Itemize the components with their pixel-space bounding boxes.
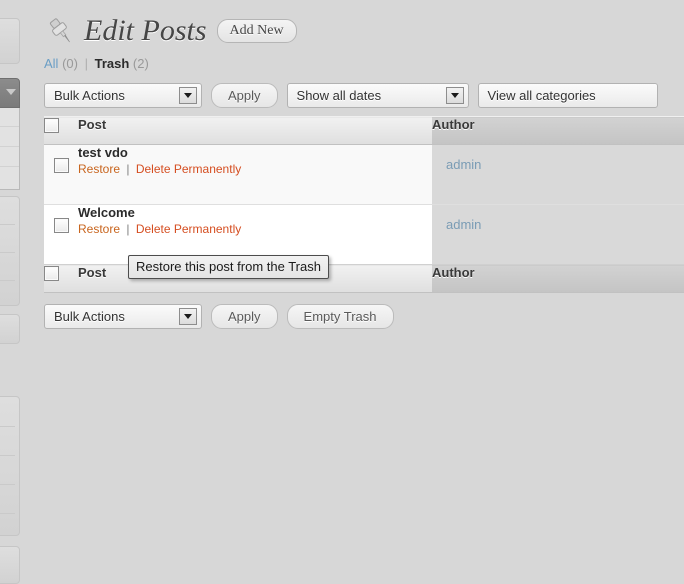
table-row: test vdo Restore | Delete Permanently ad…: [44, 144, 684, 205]
page-header: Edit Posts Add New: [22, 0, 684, 48]
chevron-down-icon[interactable]: [445, 87, 464, 104]
tablenav-bottom: Bulk Actions Apply Empty Trash: [22, 293, 684, 337]
page-title: Edit Posts: [84, 14, 207, 47]
category-filter-value: View all categories: [487, 88, 596, 103]
row-select-cell: [44, 144, 78, 205]
author-link[interactable]: admin: [446, 157, 481, 172]
bulk-actions-value-top: Bulk Actions: [54, 88, 125, 103]
empty-trash-button[interactable]: Empty Trash: [286, 304, 394, 329]
bulk-actions-select-bottom[interactable]: Bulk Actions: [44, 304, 202, 329]
restore-link[interactable]: Restore: [78, 222, 120, 236]
view-links-divider: |: [84, 56, 88, 71]
column-header-author[interactable]: Author: [432, 116, 684, 145]
category-filter-select[interactable]: View all categories: [477, 83, 658, 108]
row-actions: Restore | Delete Permanently: [78, 162, 241, 176]
table-body: test vdo Restore | Delete Permanently ad…: [44, 144, 684, 265]
table-header-row: Post Author: [44, 116, 684, 145]
row-author-cell: admin: [432, 204, 684, 265]
row-post-cell: test vdo Restore | Delete Permanently: [78, 144, 432, 205]
chevron-down-icon: [6, 89, 16, 95]
admin-sidebar: [0, 0, 22, 584]
sidebar-item-3[interactable]: [0, 196, 20, 306]
post-title[interactable]: test vdo: [78, 145, 432, 161]
restore-link[interactable]: Restore: [78, 162, 120, 176]
pushpin-icon: [44, 14, 78, 48]
table-head: Post Author: [44, 116, 684, 145]
row-actions: Restore | Delete Permanently: [78, 222, 241, 236]
add-new-button[interactable]: Add New: [216, 19, 297, 43]
select-all-header: [44, 116, 78, 145]
select-all-footer: [44, 264, 78, 293]
post-title[interactable]: Welcome: [78, 205, 432, 221]
sidebar-item-1[interactable]: [0, 18, 20, 64]
column-header-post[interactable]: Post: [78, 116, 432, 145]
sidebar-item-6[interactable]: [0, 546, 20, 584]
view-count-all: (0): [62, 56, 78, 71]
apply-button-top[interactable]: Apply: [211, 83, 278, 108]
sidebar-item-posts[interactable]: [0, 78, 20, 108]
view-link-all[interactable]: All: [44, 56, 58, 71]
tooltip: Restore this post from the Trash: [128, 255, 329, 279]
select-all-checkbox-top[interactable]: [44, 118, 59, 134]
row-checkbox[interactable]: [54, 218, 69, 234]
view-links: All (0) | Trash (2): [22, 48, 684, 77]
column-footer-author[interactable]: Author: [432, 264, 684, 293]
view-link-trash[interactable]: Trash: [95, 56, 130, 71]
chevron-down-icon[interactable]: [179, 308, 197, 325]
author-link[interactable]: admin: [446, 217, 481, 232]
view-count-trash: (2): [132, 56, 149, 71]
apply-button-bottom[interactable]: Apply: [211, 304, 278, 329]
bulk-actions-value-bottom: Bulk Actions: [54, 309, 125, 324]
row-select-cell: [44, 204, 78, 265]
row-checkbox[interactable]: [54, 158, 69, 174]
chevron-down-icon[interactable]: [179, 87, 197, 104]
row-actions-separator: |: [126, 162, 130, 176]
main-content: Edit Posts Add New All (0) | Trash (2) B…: [22, 0, 684, 584]
date-filter-value: Show all dates: [296, 88, 382, 103]
sidebar-item-5[interactable]: [0, 396, 20, 536]
delete-permanently-link[interactable]: Delete Permanently: [136, 222, 241, 236]
select-all-checkbox-bottom[interactable]: [44, 266, 59, 282]
sidebar-item-4[interactable]: [0, 314, 20, 344]
sidebar-submenu-posts[interactable]: [0, 108, 20, 190]
date-filter-select[interactable]: Show all dates: [286, 83, 469, 108]
delete-permanently-link[interactable]: Delete Permanently: [136, 162, 241, 176]
row-actions-separator: |: [126, 222, 130, 236]
row-author-cell: admin: [432, 144, 684, 205]
bulk-actions-select-top[interactable]: Bulk Actions: [44, 83, 202, 108]
tablenav-top: Bulk Actions Apply Show all dates View a…: [22, 77, 684, 116]
